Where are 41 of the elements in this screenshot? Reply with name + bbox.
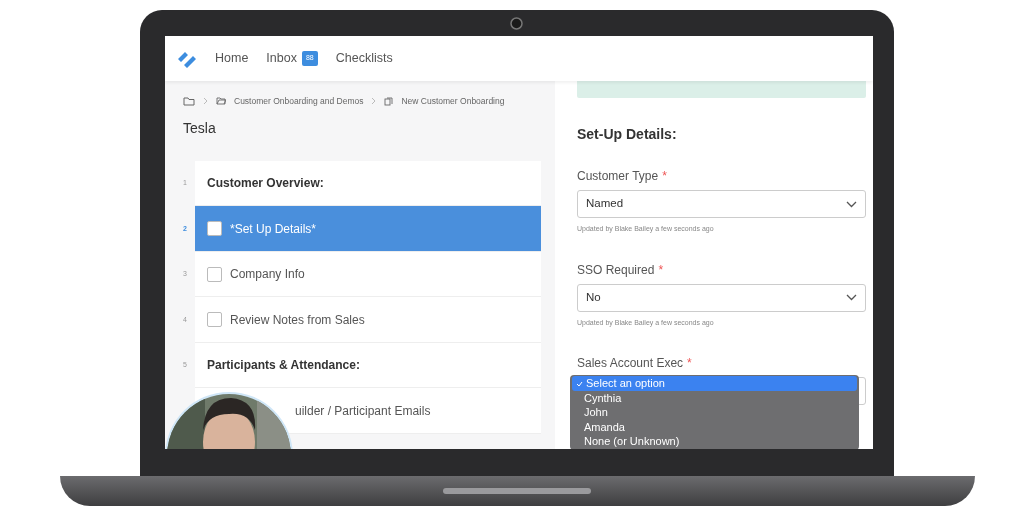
check-icon (576, 381, 583, 387)
chevron-icon (371, 97, 377, 106)
dropdown-option[interactable]: John (570, 405, 859, 420)
required-mark: * (687, 355, 692, 372)
select-field[interactable]: Named (577, 190, 866, 218)
dropdown-option[interactable]: Cynthia (570, 390, 859, 405)
checkbox[interactable] (207, 266, 222, 282)
select-value: Named (586, 196, 624, 212)
dropdown-option[interactable]: None (or Unknown) (570, 434, 859, 449)
chevron-icon (203, 97, 208, 106)
breadcrumb-link[interactable]: Customer Onboarding and Demos (234, 95, 364, 108)
select-value: No (586, 289, 601, 305)
task-label: Review Notes from Sales (230, 311, 365, 329)
copy-icon (384, 96, 394, 106)
section-heading: Set-Up Details: (577, 125, 678, 144)
task-label: Company Info (230, 266, 305, 283)
checkbox[interactable] (207, 312, 222, 327)
webcam-icon (510, 17, 523, 30)
task-item[interactable]: Company Info (195, 251, 541, 298)
chevron-down-icon (846, 200, 857, 208)
section-heading: Customer Overview: (195, 160, 541, 207)
dropdown-option[interactable]: Amanda (570, 419, 859, 434)
page-title: Tesla (183, 118, 217, 138)
task-label: *Set Up Details* (230, 220, 317, 238)
nav-link[interactable]: Checklists (335, 49, 393, 68)
field-label: Sales Account Exec (577, 355, 684, 372)
required-mark: * (658, 261, 664, 279)
select-field[interactable]: No (577, 283, 866, 312)
checkbox[interactable] (207, 221, 222, 236)
nav-link[interactable]: Home (215, 49, 249, 68)
breadcrumb-link[interactable]: New Customer Onboarding (401, 95, 505, 108)
field-label: SSO Required (577, 261, 655, 279)
chevron-down-icon (846, 294, 857, 301)
task-label: uilder / Participant Emails (295, 402, 431, 420)
folder-icon (183, 96, 195, 107)
field-label: Customer Type (577, 168, 659, 185)
dropdown-option[interactable]: Select an option (572, 376, 857, 391)
task-item[interactable]: Review Notes from Sales (195, 297, 541, 343)
section-heading: Participants & Attendance: (195, 342, 541, 389)
required-mark: * (662, 168, 667, 185)
open-folder-icon (216, 97, 226, 106)
